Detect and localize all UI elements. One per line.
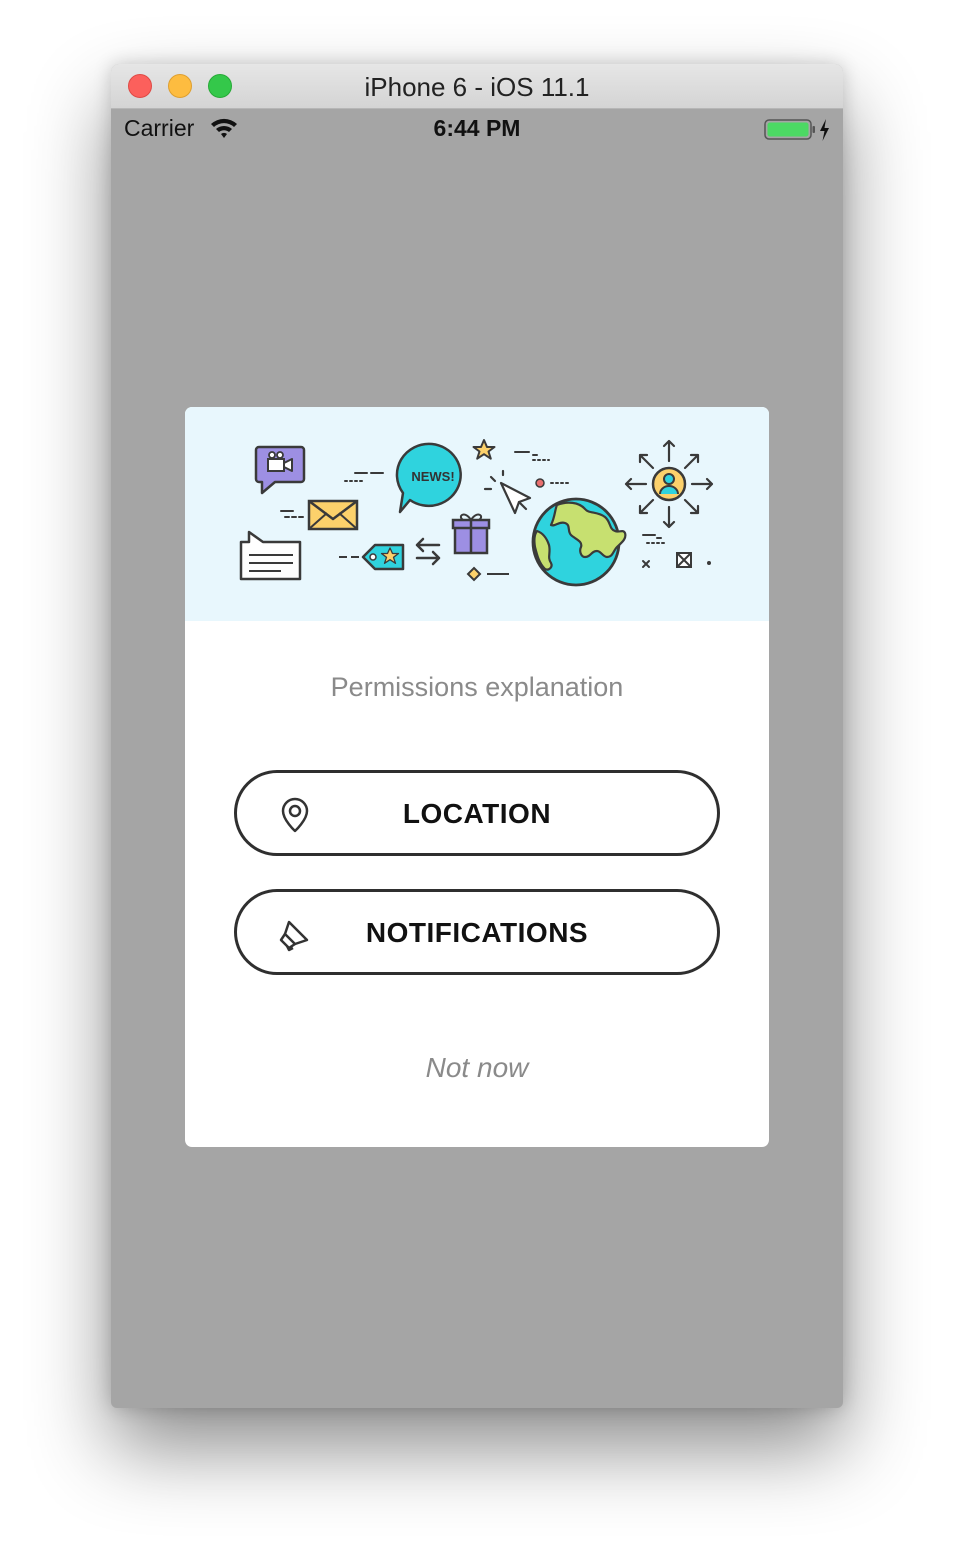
- gift-icon: [451, 513, 491, 555]
- permissions-explanation-text: Permissions explanation: [330, 672, 624, 702]
- status-time: 6:44 PM: [433, 115, 521, 141]
- location-button-label: LOCATION: [402, 798, 552, 829]
- window-title: iPhone 6 - iOS 11.1: [364, 72, 590, 102]
- swap-arrows-icon: [415, 537, 441, 566]
- permissions-dialog: NEWS! Permissions explanation LOCATION N…: [185, 407, 769, 1147]
- ios-status-bar: Carrier 6:44 PM: [111, 109, 843, 149]
- globe-icon: [531, 497, 627, 587]
- price-tag-icon: [339, 543, 405, 571]
- news-label: NEWS!: [411, 469, 454, 484]
- news-bubble-icon: NEWS!: [395, 442, 462, 514]
- network-person-icon: [624, 439, 714, 529]
- video-chat-icon: [254, 445, 306, 495]
- communication-illustration: NEWS!: [239, 439, 714, 587]
- notifications-button-label: NOTIFICATIONS: [365, 917, 589, 948]
- battery-icon: [764, 119, 829, 141]
- notifications-permission-button[interactable]: NOTIFICATIONS: [234, 889, 720, 975]
- envelope-icon: [307, 499, 359, 531]
- title-bar[interactable]: iPhone 6 - iOS 11.1: [111, 64, 843, 109]
- illustration-banner: NEWS!: [185, 407, 769, 621]
- document-icon: [239, 530, 302, 581]
- star-icon: [472, 439, 496, 460]
- cursor-icon: [483, 469, 532, 515]
- simulator-window: iPhone 6 - iOS 11.1 Carrier 6:44 PM NEWS…: [111, 64, 843, 1408]
- location-permission-button[interactable]: LOCATION: [234, 770, 720, 856]
- not-now-button[interactable]: Not now: [185, 1052, 769, 1084]
